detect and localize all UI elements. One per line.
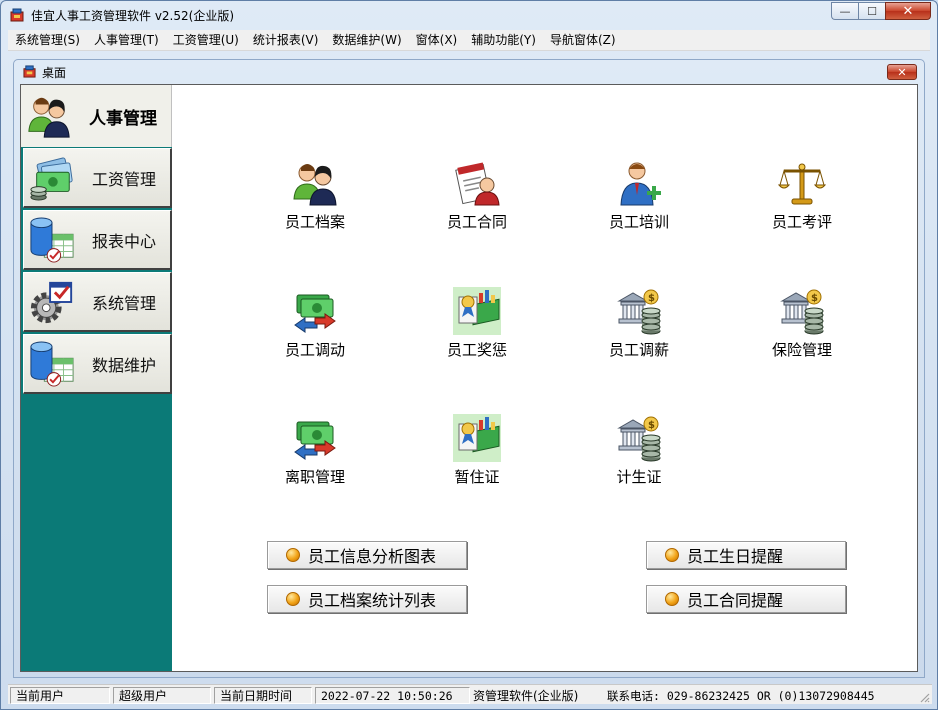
minimize-button[interactable]: —	[831, 2, 858, 20]
tile-employee-evaluation[interactable]: 员工考评	[742, 159, 862, 243]
title-bar[interactable]: 佳宜人事工资管理软件 v2.52(企业版) — ☐ ✕	[1, 1, 937, 29]
app-icon	[10, 8, 24, 22]
nav-item-data-maintenance[interactable]: 数据维护	[23, 334, 172, 394]
bank-coins-icon	[615, 414, 663, 462]
nav-label: 工资管理	[92, 169, 157, 189]
tile-label: 暂住证	[454, 468, 500, 486]
award-icon	[453, 414, 501, 462]
users-icon	[291, 159, 339, 207]
menu-window[interactable]: 窗体(X)	[409, 30, 465, 51]
tile-label: 员工档案	[284, 213, 345, 231]
tile-label: 保险管理	[771, 341, 832, 359]
nav-item-report-center[interactable]: 报表中心	[23, 210, 172, 270]
desktop-window-icon	[23, 65, 36, 78]
tile-residence-permit[interactable]: 暂住证	[417, 414, 537, 498]
money-transfer-icon	[291, 287, 339, 335]
tile-label: 员工调薪	[608, 341, 669, 359]
bank-coins-icon	[778, 287, 826, 335]
tile-label: 员工合同	[446, 213, 507, 231]
tile-employee-training[interactable]: 员工培训	[579, 159, 699, 243]
status-edition: 资管理软件(企业版)	[473, 689, 579, 703]
tile-label: 员工考评	[771, 213, 832, 231]
tile-employee-files[interactable]: 员工档案	[255, 159, 375, 243]
bullet-icon	[286, 548, 300, 562]
status-bar: 当前用户 超级用户 当前日期时间 2022-07-22 10:50:26 资管理…	[8, 684, 932, 704]
nav-label: 人事管理	[89, 108, 157, 129]
bullet-icon	[286, 592, 300, 606]
desktop-window: 桌面 ✕ 人事管理 工资管理 报表中心 系统管理 数据维护 员工档案 员工合同 …	[13, 59, 925, 678]
button-label: 员工生日提醒	[687, 547, 784, 566]
menu-reports[interactable]: 统计报表(V)	[246, 30, 326, 51]
button-label: 员工信息分析图表	[308, 547, 437, 566]
nav-item-system[interactable]: 系统管理	[23, 272, 172, 332]
tile-insurance[interactable]: 保险管理	[742, 287, 862, 371]
tile-label: 员工调动	[284, 341, 345, 359]
desktop-close-button[interactable]: ✕	[887, 64, 917, 80]
button-label: 员工档案统计列表	[308, 591, 437, 610]
bullet-icon	[665, 592, 679, 606]
menu-navigation[interactable]: 导航窗体(Z)	[543, 30, 623, 51]
bank-coins-icon	[615, 287, 663, 335]
employee-analysis-chart-button[interactable]: 员工信息分析图表	[267, 541, 467, 569]
tile-label: 离职管理	[284, 468, 345, 486]
status-user-label: 当前用户	[10, 687, 110, 704]
desktop-panel: 人事管理 工资管理 报表中心 系统管理 数据维护 员工档案 员工合同 员工培训 …	[20, 84, 918, 672]
tile-family-planning-cert[interactable]: 计生证	[579, 414, 699, 498]
tile-label: 员工奖惩	[446, 341, 507, 359]
database-report-icon	[28, 217, 76, 263]
nav-label: 系统管理	[92, 293, 157, 313]
menu-salary[interactable]: 工资管理(U)	[166, 30, 246, 51]
status-date-value: 2022-07-22 10:50:26	[315, 687, 470, 704]
menu-bar: 系统管理(S) 人事管理(T) 工资管理(U) 统计报表(V) 数据维护(W) …	[8, 30, 930, 51]
contract-reminder-button[interactable]: 员工合同提醒	[646, 585, 846, 613]
contract-icon	[453, 159, 501, 207]
resize-grip-icon[interactable]	[918, 691, 930, 703]
employee-files-stats-button[interactable]: 员工档案统计列表	[267, 585, 467, 613]
tile-employee-contract[interactable]: 员工合同	[417, 159, 537, 243]
menu-tools[interactable]: 辅助功能(Y)	[464, 30, 543, 51]
award-icon	[453, 287, 501, 335]
app-window: 佳宜人事工资管理软件 v2.52(企业版) — ☐ ✕ 系统管理(S) 人事管理…	[0, 0, 938, 710]
menu-personnel[interactable]: 人事管理(T)	[87, 30, 166, 51]
users-icon	[25, 93, 73, 139]
menu-system[interactable]: 系统管理(S)	[8, 30, 87, 51]
menu-data-maintenance[interactable]: 数据维护(W)	[325, 30, 408, 51]
money-icon	[28, 155, 76, 201]
tile-resignation[interactable]: 离职管理	[255, 414, 375, 498]
button-label: 员工合同提醒	[687, 591, 784, 610]
side-nav: 人事管理 工资管理 报表中心 系统管理 数据维护	[21, 85, 172, 671]
desktop-window-title: 桌面	[42, 66, 67, 80]
nav-label: 数据维护	[92, 355, 157, 375]
bullet-icon	[665, 548, 679, 562]
settings-gear-icon	[28, 279, 76, 325]
user-add-icon	[615, 159, 663, 207]
tile-rewards-punishments[interactable]: 员工奖惩	[417, 287, 537, 371]
status-user-value: 超级用户	[113, 687, 211, 704]
close-button[interactable]: ✕	[885, 2, 931, 20]
money-transfer-icon	[291, 414, 339, 462]
maximize-button[interactable]: ☐	[858, 2, 885, 20]
nav-item-personnel[interactable]: 人事管理	[21, 85, 172, 147]
tile-label: 员工培训	[608, 213, 669, 231]
birthday-reminder-button[interactable]: 员工生日提醒	[646, 541, 846, 569]
tile-label: 计生证	[616, 468, 662, 486]
nav-item-salary[interactable]: 工资管理	[23, 148, 172, 208]
nav-label: 报表中心	[92, 231, 157, 251]
status-contact: 联系电话: 029-86232425 OR (0)13072908445	[607, 689, 875, 703]
database-report-icon	[28, 341, 76, 387]
window-title: 佳宜人事工资管理软件 v2.52(企业版)	[31, 9, 234, 23]
tile-employee-transfer[interactable]: 员工调动	[255, 287, 375, 371]
status-date-label: 当前日期时间	[214, 687, 312, 704]
scales-icon	[778, 159, 826, 207]
tile-salary-adjustment[interactable]: 员工调薪	[579, 287, 699, 371]
window-controls: — ☐ ✕	[831, 2, 931, 20]
